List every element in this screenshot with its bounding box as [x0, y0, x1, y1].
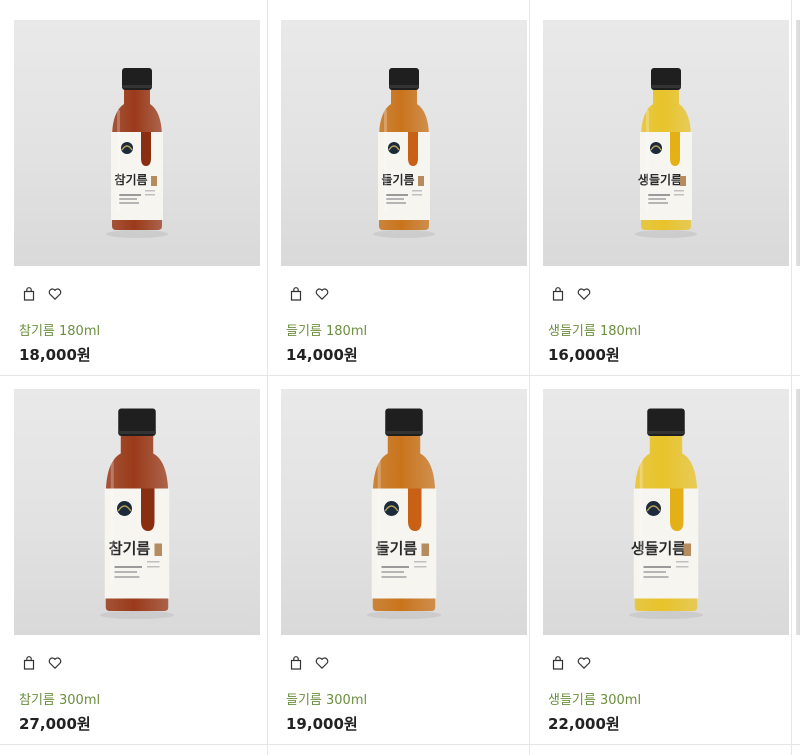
next-product-thumbnail-partial[interactable]: [796, 20, 800, 266]
oil-bottle-illustration: 생들기름: [635, 68, 697, 238]
product-price: 19,000원: [286, 715, 358, 733]
heart-icon[interactable]: [314, 655, 330, 671]
product-thumbnail[interactable]: 생들기름: [543, 389, 789, 635]
heart-icon[interactable]: [314, 286, 330, 302]
product-actions: [550, 285, 592, 303]
product-price: 18,000원: [19, 346, 91, 364]
product-price: 27,000원: [19, 715, 91, 733]
bottle-label-script: 생들기름: [631, 540, 686, 558]
product-name[interactable]: 생들기름 180ml: [548, 320, 641, 339]
oil-bottle-illustration: 참기름: [106, 68, 168, 238]
product-actions: [550, 654, 592, 672]
product-actions: [21, 285, 63, 303]
heart-icon[interactable]: [576, 655, 592, 671]
product-price: 16,000원: [548, 346, 620, 364]
product-card[interactable]: 들기름 들기름 300ml 19,000원: [268, 375, 530, 743]
oil-bottle-illustration: 참기름: [99, 408, 175, 619]
product-name[interactable]: 들기름 180ml: [286, 320, 367, 339]
bottle-label-script: 생들기름: [638, 172, 682, 187]
oil-bottle-illustration: 생들기름: [628, 408, 704, 619]
shopping-bag-icon[interactable]: [550, 655, 566, 671]
shopping-bag-icon[interactable]: [288, 655, 304, 671]
shopping-bag-icon[interactable]: [288, 286, 304, 302]
product-grid: 참기름 참기름 180ml 18,000원 들기름 들기름 180ml 14,0…: [0, 0, 800, 755]
product-card[interactable]: 참기름 참기름 180ml 18,000원: [1, 6, 263, 374]
product-thumbnail[interactable]: 참기름: [14, 389, 260, 635]
shopping-bag-icon[interactable]: [21, 655, 37, 671]
oil-bottle-illustration: 들기름: [366, 408, 442, 619]
product-thumbnail[interactable]: 참기름: [14, 20, 260, 266]
row-divider: [0, 744, 800, 745]
product-price: 14,000원: [286, 346, 358, 364]
bottle-label-script: 참기름: [109, 540, 151, 558]
product-name[interactable]: 참기름 180ml: [19, 320, 100, 339]
product-thumbnail[interactable]: 생들기름: [543, 20, 789, 266]
product-actions: [21, 654, 63, 672]
product-actions: [288, 654, 330, 672]
next-product-thumbnail-partial[interactable]: [796, 389, 800, 635]
heart-icon[interactable]: [576, 286, 592, 302]
product-price: 22,000원: [548, 715, 620, 733]
heart-icon[interactable]: [47, 286, 63, 302]
product-thumbnail[interactable]: 들기름: [281, 20, 527, 266]
product-card[interactable]: 생들기름 생들기름 180ml 16,000원: [530, 6, 792, 374]
shopping-bag-icon[interactable]: [550, 286, 566, 302]
product-card[interactable]: 생들기름 생들기름 300ml 22,000원: [530, 375, 792, 743]
product-card[interactable]: 들기름 들기름 180ml 14,000원: [268, 6, 530, 374]
shopping-bag-icon[interactable]: [21, 286, 37, 302]
product-name[interactable]: 들기름 300ml: [286, 689, 367, 708]
product-actions: [288, 285, 330, 303]
product-name[interactable]: 생들기름 300ml: [548, 689, 641, 708]
heart-icon[interactable]: [47, 655, 63, 671]
bottle-label-script: 들기름: [376, 540, 418, 558]
oil-bottle-illustration: 들기름: [373, 68, 435, 238]
product-card[interactable]: 참기름 참기름 300ml 27,000원: [1, 375, 263, 743]
product-thumbnail[interactable]: 들기름: [281, 389, 527, 635]
product-name[interactable]: 참기름 300ml: [19, 689, 100, 708]
